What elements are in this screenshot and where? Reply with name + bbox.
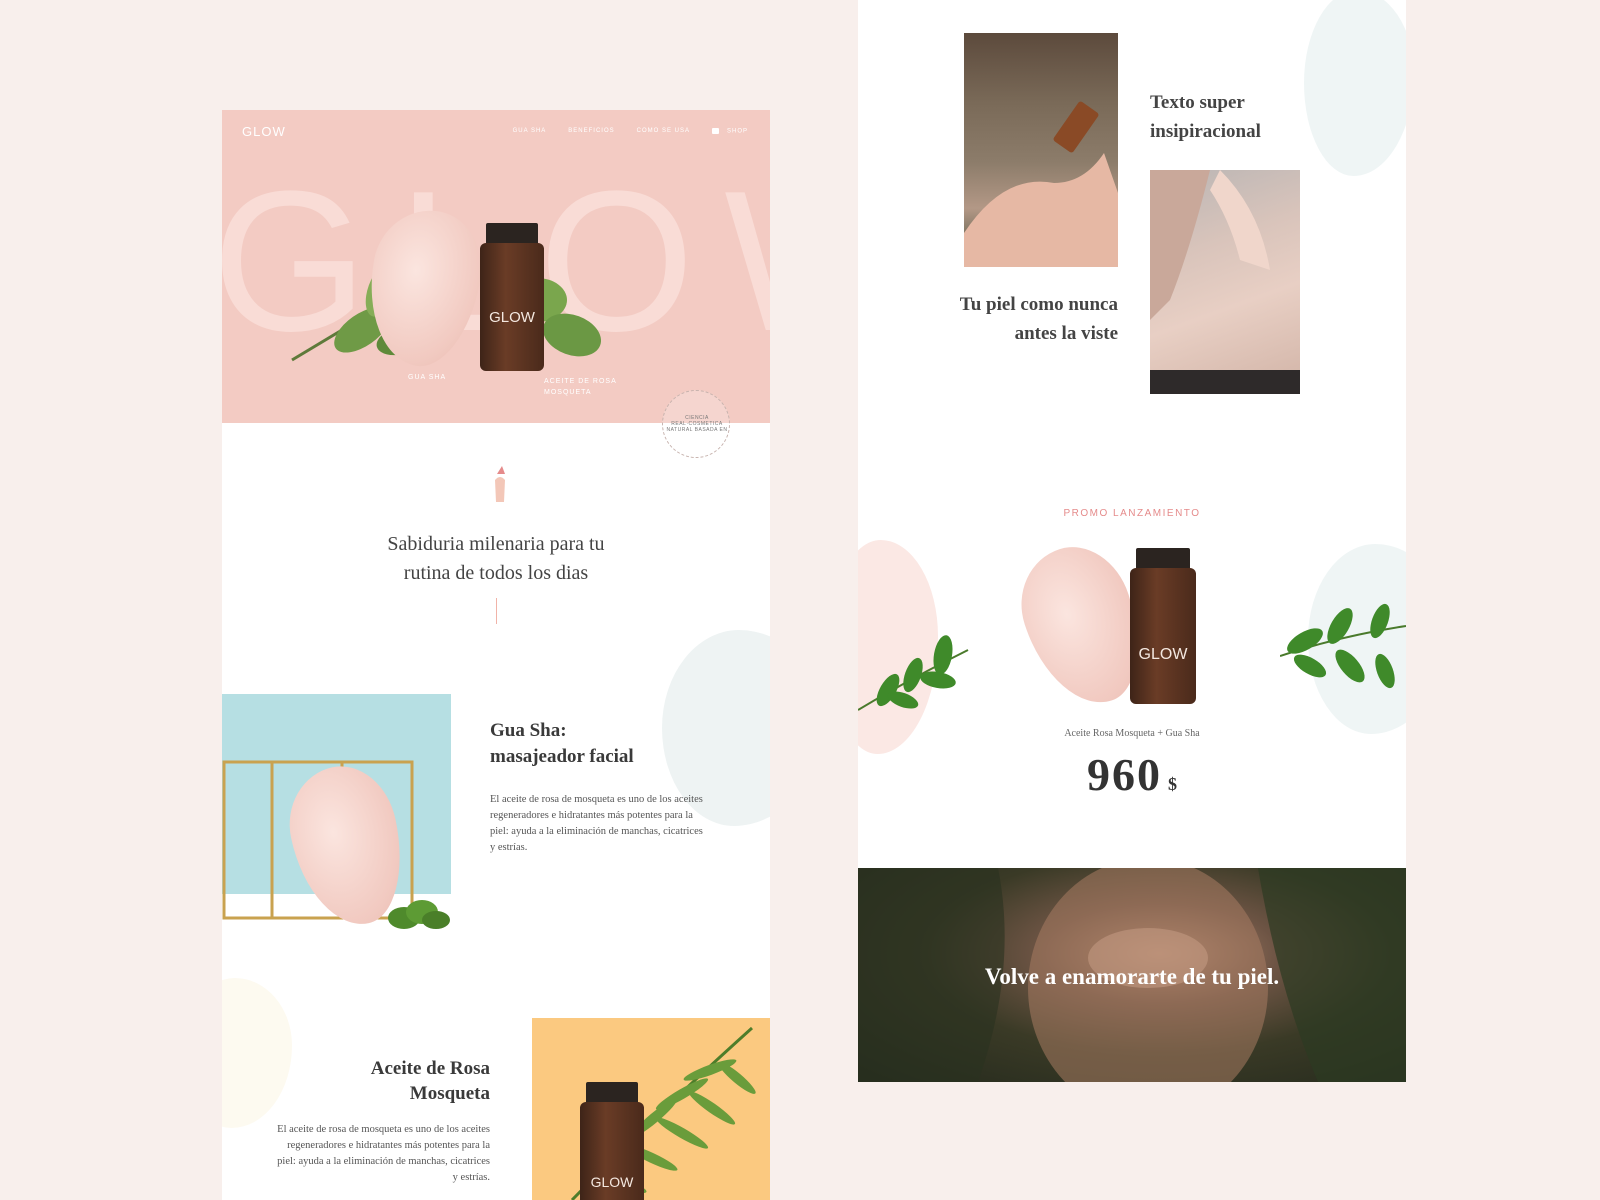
vertical-divider — [496, 598, 497, 624]
quote2-line1: Tu piel como nunca — [959, 294, 1118, 315]
nav-shop-label: SHOP — [726, 128, 748, 135]
landing-page-right: Texto super insipiracional Tu piel como … — [858, 0, 1406, 1082]
aceite-title-line2: Mosqueta — [409, 1083, 490, 1104]
dropper-hand-illustration — [964, 101, 1118, 267]
nav-item-shop[interactable]: SHOP — [711, 128, 748, 135]
aceite-title-line1: Aceite de Rosa — [370, 1058, 490, 1079]
bottle-brand-label-2: GLOW — [590, 1174, 634, 1190]
nav-item-beneficios[interactable]: BENEFICIOS — [568, 128, 614, 135]
landing-page-left: GLOW GLOW GUA SHA BENEFICIOS COMO SE USA… — [222, 110, 770, 1200]
promo-label: PROMO LANZAMIENTO — [1063, 508, 1201, 519]
banner-headline: Volve a enamorarte de tu piel. — [984, 964, 1280, 989]
aceite-image-bg: GLOW — [532, 1018, 770, 1200]
glow-oil-bottle-promo: GLOW — [1130, 548, 1196, 704]
glow-oil-bottle: GLOW — [480, 223, 544, 371]
decorative-blob-3 — [1304, 0, 1406, 176]
gua-sha-description: El aceite de rosa de mosqueta es uno de … — [490, 794, 703, 853]
glow-oil-bottle-2: GLOW — [580, 1082, 644, 1200]
neck-hand-illustration — [1150, 170, 1300, 394]
tagline-line2: rutina de todos los dias — [403, 562, 589, 584]
gua-sha-title-line2: masajeador facial — [490, 746, 634, 767]
label-gua-sha: GUA SHA — [408, 374, 447, 381]
moss-illustration — [388, 900, 450, 929]
aceite-title: Aceite de Rosa Mosqueta — [262, 1056, 490, 1106]
quote2-line2: antes la viste — [1014, 323, 1118, 344]
bottle-brand-label: GLOW — [489, 309, 535, 326]
stamp-text: CIENCIA REAL·COSMETICA NATURAL BASADA EN — [666, 415, 728, 433]
tagline-line1: Sabiduria milenaria para tu — [387, 533, 605, 555]
label-aceite-line1: ACEITE DE ROSA — [544, 378, 617, 385]
main-nav: GUA SHA BENEFICIOS COMO SE USA SHOP — [513, 128, 748, 135]
aceite-description: El aceite de rosa de mosqueta es uno de … — [277, 1124, 490, 1183]
photo-woman-neck — [1150, 170, 1300, 394]
closing-banner: Volve a enamorarte de tu piel. — [858, 868, 1406, 1082]
quote1-line1: Texto super — [1150, 92, 1245, 113]
logo[interactable]: GLOW — [242, 124, 286, 139]
hand-crystal-icon — [495, 466, 505, 502]
price-caption: Aceite Rosa Mosqueta + Gua Sha — [1064, 728, 1200, 739]
fern-illustration — [570, 1026, 756, 1200]
nav-item-gua-sha[interactable]: GUA SHA — [513, 128, 547, 135]
price-value: 960 — [1087, 749, 1162, 800]
left-branch-illustration — [858, 635, 969, 711]
price: 960 $ — [858, 748, 1406, 801]
gua-sha-title-line1: Gua Sha: — [490, 720, 567, 741]
label-aceite-line2: MOSQUETA — [544, 389, 592, 396]
quote-inspirational: Texto super insipiracional — [1150, 88, 1261, 146]
tagline: Sabiduria milenaria para tu rutina de to… — [342, 530, 650, 588]
nav-item-como-se-usa[interactable]: COMO SE USA — [637, 128, 690, 135]
gua-sha-title: Gua Sha: masajeador facial — [490, 718, 634, 770]
shopping-bag-icon — [711, 128, 719, 134]
photo-dropper-hand — [964, 33, 1118, 267]
quote-skin: Tu piel como nunca antes la viste — [938, 290, 1118, 348]
quote1-line2: insipiracional — [1150, 121, 1261, 142]
price-currency: $ — [1168, 774, 1177, 794]
right-branch-illustration — [1280, 603, 1406, 689]
bottle-brand-label-promo: GLOW — [1138, 646, 1188, 663]
natural-cosmetics-stamp: CIENCIA REAL·COSMETICA NATURAL BASADA EN — [662, 390, 730, 458]
hero-section: GLOW GLOW GUA SHA BENEFICIOS COMO SE USA… — [222, 110, 770, 423]
